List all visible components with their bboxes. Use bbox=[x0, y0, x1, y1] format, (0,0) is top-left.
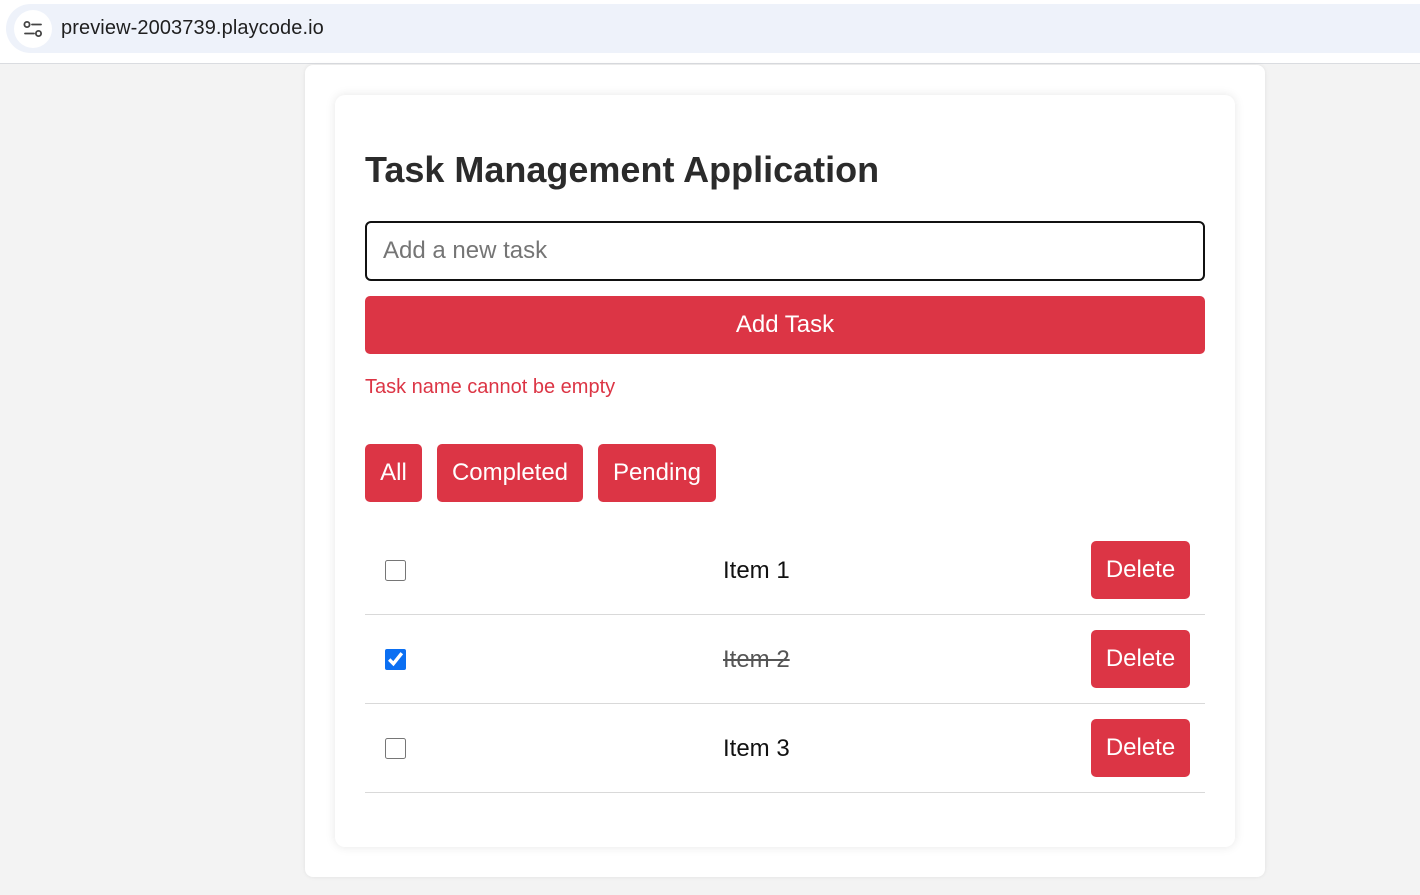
browser-toolbar: preview-2003739.playcode.io bbox=[0, 0, 1420, 64]
page-container: Task Management Application Add Task Tas… bbox=[305, 65, 1265, 877]
filter-all-button[interactable]: All bbox=[365, 444, 422, 502]
task-row: Item 1 Delete bbox=[365, 526, 1205, 615]
task-label: Item 2 bbox=[723, 646, 790, 673]
site-info-button[interactable] bbox=[14, 10, 52, 48]
delete-task-button[interactable]: Delete bbox=[1091, 541, 1190, 599]
task-checkbox[interactable] bbox=[385, 560, 406, 581]
task-label: Item 3 bbox=[723, 735, 790, 762]
new-task-input[interactable] bbox=[365, 221, 1205, 281]
task-row: Item 2 Delete bbox=[365, 615, 1205, 704]
filter-completed-button[interactable]: Completed bbox=[437, 444, 583, 502]
task-label: Item 1 bbox=[723, 557, 790, 584]
add-task-button[interactable]: Add Task bbox=[365, 296, 1205, 354]
filter-pending-button[interactable]: Pending bbox=[598, 444, 716, 502]
task-checkbox[interactable] bbox=[385, 738, 406, 759]
address-bar[interactable]: preview-2003739.playcode.io bbox=[6, 4, 1420, 53]
error-message: Task name cannot be empty bbox=[365, 376, 616, 398]
task-row: Item 3 Delete bbox=[365, 704, 1205, 793]
task-checkbox[interactable] bbox=[385, 649, 406, 670]
delete-task-button[interactable]: Delete bbox=[1091, 630, 1190, 688]
task-app-card: Task Management Application Add Task Tas… bbox=[335, 95, 1235, 847]
url-text[interactable]: preview-2003739.playcode.io bbox=[61, 17, 324, 40]
page-title: Task Management Application bbox=[365, 149, 880, 190]
delete-task-button[interactable]: Delete bbox=[1091, 719, 1190, 777]
tune-icon bbox=[23, 21, 42, 37]
